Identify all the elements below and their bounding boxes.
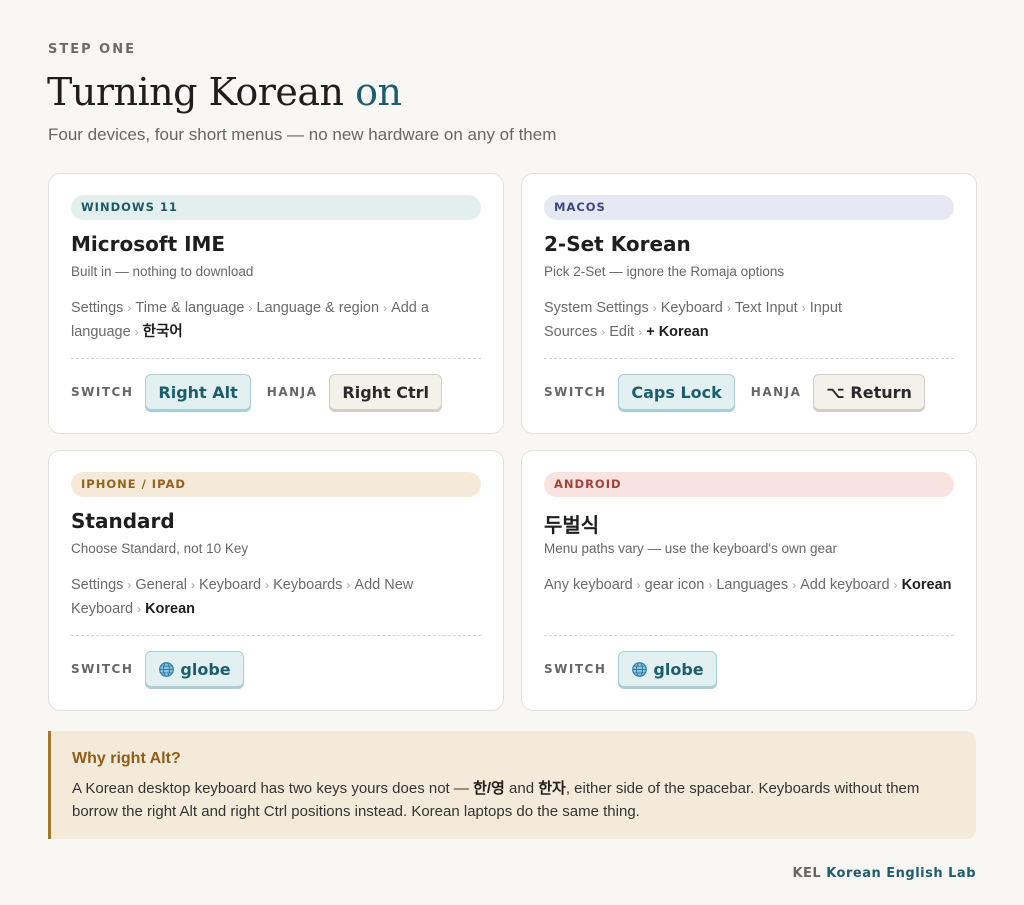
chevron-right-icon: › — [792, 578, 797, 592]
divider — [71, 358, 481, 359]
path-step: Language & region — [256, 300, 380, 316]
platform-tag: WINDOWS 11 — [71, 195, 481, 220]
brand-name: Korean English Lab — [826, 866, 976, 881]
key-row: SWITCH globe — [71, 651, 260, 687]
switch-label: SWITCH — [71, 385, 134, 399]
path-step: Settings — [71, 577, 124, 593]
card-subtitle: Pick 2-Set — ignore the Romaja options — [544, 264, 785, 279]
card-macos: MACOS 2-Set Korean Pick 2-Set — ignore t… — [521, 173, 977, 434]
switch-key: globe — [618, 651, 717, 687]
chevron-right-icon: › — [137, 602, 142, 616]
switch-key-label: globe — [180, 659, 231, 679]
chevron-right-icon: › — [636, 578, 641, 592]
chevron-right-icon: › — [127, 578, 132, 592]
platform-tag: IPHONE / IPAD — [71, 472, 481, 497]
callout-key: 한/영 — [473, 780, 505, 797]
switch-label: SWITCH — [544, 662, 607, 676]
step-eyebrow: STEP ONE — [48, 42, 136, 57]
card-android: ANDROID 두벌식 Menu paths vary — use the ke… — [521, 450, 977, 711]
switch-key: globe — [145, 651, 244, 687]
path-step: Languages — [716, 577, 789, 593]
path-step: Edit — [609, 324, 635, 340]
chevron-right-icon: › — [638, 325, 643, 339]
chevron-right-icon: › — [801, 301, 806, 315]
hanja-key: ⌥ Return — [813, 374, 925, 410]
callout-box: Why right Alt? A Korean desktop keyboard… — [48, 731, 976, 839]
switch-label: SWITCH — [71, 662, 134, 676]
callout-title: Why right Alt? — [72, 750, 181, 767]
chevron-right-icon: › — [191, 578, 195, 592]
chevron-right-icon: › — [127, 301, 132, 315]
chevron-right-icon: › — [652, 301, 657, 315]
card-title: Standard — [71, 509, 175, 533]
path-step: General — [135, 577, 187, 593]
key-row: SWITCH Right Alt HANJA Right Ctrl — [71, 374, 458, 410]
card-subtitle: Choose Standard, not 10 Key — [71, 541, 249, 556]
settings-path: Settings › General › Keyboard › Keyboards › Add … — [71, 573, 483, 621]
hanja-key: Right Ctrl — [329, 374, 443, 410]
card-title: 두벌식 — [544, 513, 600, 537]
divider — [71, 635, 481, 636]
divider — [544, 358, 954, 359]
path-step: gear icon — [644, 577, 705, 593]
card-subtitle: Built in — nothing to download — [71, 264, 254, 279]
path-step: Text Input — [734, 300, 798, 316]
path-final-step: Korean — [145, 601, 196, 617]
switch-key: Right Alt — [145, 374, 251, 410]
callout-key: 한자 — [538, 780, 566, 797]
chevron-right-icon: › — [134, 325, 139, 339]
key-row: SWITCH Caps Lock HANJA ⌥ Return — [544, 374, 941, 410]
chevron-right-icon: › — [708, 578, 713, 592]
card-ios: IPHONE / IPAD Standard Choose Standard, … — [48, 450, 504, 711]
globe-icon — [632, 661, 648, 677]
callout-body: A Korean desktop keyboard has two keys y… — [72, 777, 952, 823]
path-step: Keyboard — [660, 300, 723, 316]
page-subtitle: Four devices, four short menus — no new … — [48, 125, 557, 144]
card-windows: WINDOWS 11 Microsoft IME Built in — noth… — [48, 173, 504, 434]
card-subtitle: Menu paths vary — use the keyboard's own… — [544, 541, 837, 556]
page-title: Turning Korean on — [47, 70, 402, 114]
divider — [544, 635, 954, 636]
callout-text: and — [504, 780, 539, 797]
brand-short: KEL — [792, 866, 822, 881]
card-title: Microsoft IME — [71, 232, 226, 256]
path-step: System Settings — [544, 300, 649, 316]
hanja-label: HANJA — [266, 385, 318, 399]
chevron-right-icon: › — [893, 578, 898, 592]
path-step: Settings — [71, 300, 124, 316]
path-final-step: Korean — [901, 577, 952, 593]
path-step: Add keyboard — [800, 577, 890, 593]
title-accent: on — [355, 70, 402, 114]
switch-label: SWITCH — [544, 385, 607, 399]
path-step: Keyboard — [199, 577, 262, 593]
callout-text: A Korean desktop keyboard has two keys y… — [72, 780, 474, 797]
path-step: Time & language — [135, 300, 245, 316]
title-main: Turning Korean — [47, 70, 344, 114]
chevron-right-icon: › — [346, 578, 351, 592]
chevron-right-icon: › — [726, 301, 731, 315]
chevron-right-icon: › — [248, 301, 253, 315]
path-step: Keyboards — [273, 577, 343, 593]
platform-tag: ANDROID — [544, 472, 954, 497]
globe-icon — [159, 661, 175, 677]
settings-path: Settings › Time & language › Language & regi… — [71, 296, 483, 344]
switch-key: Caps Lock — [618, 374, 735, 410]
chevron-right-icon: › — [601, 325, 606, 339]
key-row: SWITCH globe — [544, 651, 733, 687]
card-title: 2-Set Korean — [544, 232, 691, 256]
switch-key-label: globe — [653, 659, 704, 679]
path-final-step: 한국어 — [142, 324, 183, 340]
hanja-label: HANJA — [750, 385, 802, 399]
settings-path: System Settings › Keyboard › Text Input › Inpu… — [544, 296, 956, 344]
path-step: Any keyboard — [544, 577, 633, 593]
chevron-right-icon: › — [383, 301, 388, 315]
chevron-right-icon: › — [265, 578, 270, 592]
brand-footer: KEL Korean English Lab — [792, 866, 976, 881]
settings-path: Any keyboard › gear icon › Languages › Add key… — [544, 573, 956, 597]
platform-tag: MACOS — [544, 195, 954, 220]
path-final-step: + Korean — [646, 324, 709, 340]
